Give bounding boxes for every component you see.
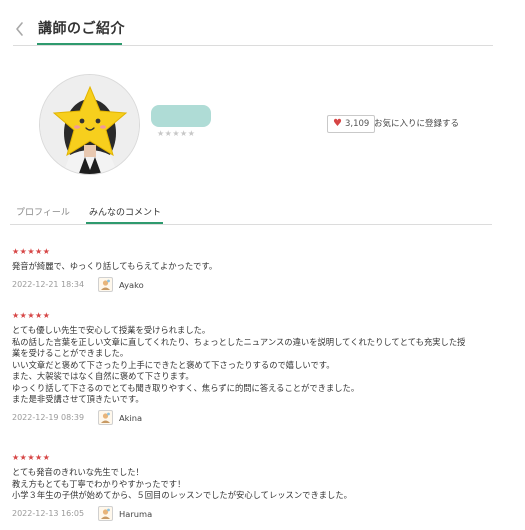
- comment-item: ★★★★★ とても優しい先生で安心して授業を受けられました。 私の話した言葉を正…: [12, 311, 492, 426]
- comment-item: ★★★★★ とても発音のきれいな先生でした！ 教え方もとても丁寧でわかりやすかっ…: [12, 453, 492, 522]
- user-avatar-icon: [98, 409, 113, 425]
- teacher-avatar: [39, 74, 140, 175]
- add-to-favorites-link[interactable]: お気に入りに登録する: [374, 118, 459, 130]
- comment-rating-stars: ★★★★★: [12, 311, 51, 320]
- comment-meta: 2022-12-19 08:39 Akina: [12, 409, 492, 426]
- comment-body: 発音が綺麗で、ゆっくり話してもらえてよかったです。: [12, 261, 492, 273]
- teacher-name-badge: [151, 105, 211, 127]
- comment-date: 2022-12-13 16:05: [12, 508, 85, 518]
- comment-user-name[interactable]: Haruma: [119, 509, 152, 519]
- page-header: 講師のご紹介: [0, 0, 525, 46]
- favorite-count-button[interactable]: ♥ 3,109: [327, 115, 376, 133]
- favorite-count: 3,109: [344, 119, 370, 129]
- comment-body: とても優しい先生で安心して授業を受けられました。 私の話した言葉を正しい文章に直…: [12, 325, 492, 406]
- comment-text-line: 発音が綺麗で、ゆっくり話してもらえてよかったです。: [12, 261, 218, 271]
- comment-text-line: 私の話した言葉を正しい文章に直してくれたり、ちょっとしたニュアンスの違いを説明し…: [12, 336, 466, 347]
- user-avatar-icon: [98, 276, 113, 292]
- comment-text-line: また、大袈裟ではなく自然に褒めて下さります。: [12, 371, 194, 381]
- tab-bar: プロフィール みんなのコメント: [0, 202, 525, 226]
- comment-date: 2022-12-19 08:39: [12, 412, 85, 422]
- heart-icon: ♥: [333, 118, 342, 129]
- comment-text-line: とても優しい先生で安心して授業を受けられました。: [12, 325, 211, 335]
- comment-text-line: 小学３年生の子供が始めてから、５回目のレッスンでしたが安心してレッスンできました…: [12, 490, 352, 500]
- tab-comments[interactable]: みんなのコメント: [89, 207, 161, 219]
- teacher-profile: ★★★★★ ♥ 3,109 お気に入りに登録する: [0, 60, 525, 200]
- comment-meta: 2022-12-21 18:34 Ayako: [12, 276, 492, 293]
- comment-user-name[interactable]: Akina: [119, 413, 142, 423]
- comment-text-line: 教え方もとても丁寧でわかりやすかったです！: [12, 478, 186, 489]
- user-avatar-icon: [98, 505, 113, 521]
- teacher-rating-stars: ★★★★★: [157, 129, 196, 138]
- comment-rating-stars: ★★★★★: [12, 453, 51, 462]
- comment-user-name[interactable]: Ayako: [119, 280, 144, 290]
- tab-profile[interactable]: プロフィール: [16, 207, 70, 219]
- comment-text-line: また是非受講させて頂きたいです。: [12, 394, 144, 404]
- comment-rating-stars: ★★★★★: [12, 247, 51, 256]
- comment-date: 2022-12-21 18:34: [12, 279, 85, 289]
- comment-meta: 2022-12-13 16:05 Haruma: [12, 505, 492, 522]
- page-title: 講師のご紹介: [38, 21, 125, 37]
- tabs-divider: [10, 224, 492, 225]
- comment-body: とても発音のきれいな先生でした！ 教え方もとても丁寧でわかりやすかったです！ 小…: [12, 467, 492, 502]
- active-tab-indicator: [86, 222, 163, 224]
- comment-text-line: 業を受けることができました。: [12, 348, 129, 358]
- header-divider: [13, 45, 493, 46]
- chevron-left-icon[interactable]: [13, 20, 27, 38]
- comment-text-line: いい文章だと褒めて下さったり上手にできたと褒めて下さったりするので嬉しいです。: [12, 359, 335, 370]
- comment-text-line: ゆっくり話して下さるのでとても聞き取りやすく、焦らずに的問に答えることができまし…: [12, 382, 360, 393]
- comment-item: ★★★★★ 発音が綺麗で、ゆっくり話してもらえてよかったです。 2022-12-…: [12, 247, 492, 293]
- comment-text-line: とても発音のきれいな先生でした！: [12, 467, 144, 477]
